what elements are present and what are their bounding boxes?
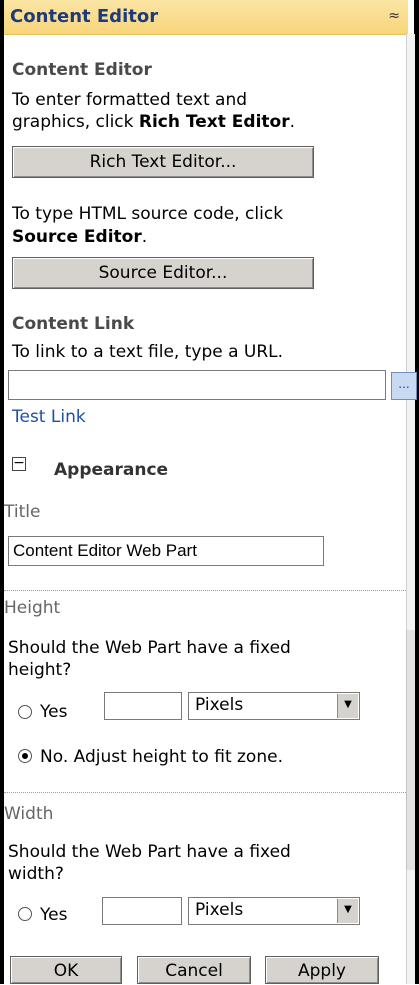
width-label: Width bbox=[4, 804, 54, 824]
height-yes-radio[interactable] bbox=[18, 705, 32, 719]
width-question-line2: width? bbox=[8, 864, 64, 884]
src-instruction-suffix: . bbox=[141, 227, 148, 247]
collapse-icon[interactable]: ≈ bbox=[388, 8, 400, 24]
height-unit-select[interactable]: Pixels ▼ bbox=[188, 692, 360, 720]
height-unit-value: Pixels bbox=[195, 695, 244, 715]
content-link-description: To link to a text file, type a URL. bbox=[12, 342, 284, 362]
src-instruction-bold: Source Editor bbox=[12, 227, 142, 247]
panel-titlebar: Content Editor ≈ bbox=[4, 0, 408, 35]
rte-instruction-bold: Rich Text Editor bbox=[138, 112, 290, 132]
height-question-line1: Should the Web Part have a fixed bbox=[8, 638, 291, 658]
rte-instruction-line2: graphics, click Rich Text Editor. bbox=[12, 111, 295, 133]
ok-button[interactable]: OK bbox=[10, 956, 122, 984]
rte-instruction-prefix: graphics, click bbox=[12, 112, 139, 132]
src-instruction-line1: To type HTML source code, click bbox=[12, 204, 284, 224]
height-value-input[interactable] bbox=[104, 692, 182, 720]
width-value-input[interactable] bbox=[102, 897, 182, 925]
test-link[interactable]: Test Link bbox=[12, 407, 86, 427]
width-yes-label: Yes bbox=[40, 905, 68, 925]
title-label: Title bbox=[4, 502, 41, 522]
width-question-line1: Should the Web Part have a fixed bbox=[8, 842, 291, 862]
src-instruction-line2: Source Editor. bbox=[12, 226, 147, 248]
cancel-button[interactable]: Cancel bbox=[137, 956, 251, 984]
content-link-url-input[interactable] bbox=[8, 370, 386, 400]
width-yes-radio[interactable] bbox=[18, 907, 32, 921]
height-question-line2: height? bbox=[8, 660, 72, 680]
rte-instruction-line1: To enter formatted text and bbox=[12, 90, 248, 110]
appearance-collapse-icon[interactable]: − bbox=[12, 456, 26, 471]
separator bbox=[4, 792, 406, 793]
width-unit-value: Pixels bbox=[195, 900, 244, 920]
height-label: Height bbox=[4, 598, 61, 618]
height-no-label: No. Adjust height to fit zone. bbox=[40, 747, 283, 767]
scrollbar-thumb[interactable] bbox=[406, 630, 415, 870]
separator bbox=[4, 590, 406, 591]
width-unit-select[interactable]: Pixels ▼ bbox=[188, 897, 360, 925]
chevron-down-icon: ▼ bbox=[337, 899, 358, 923]
panel-title: Content Editor bbox=[10, 6, 159, 27]
rich-text-editor-button[interactable]: Rich Text Editor... bbox=[12, 146, 314, 178]
content-editor-heading: Content Editor bbox=[12, 60, 152, 80]
rte-instruction-suffix: . bbox=[289, 112, 295, 132]
appearance-heading: Appearance bbox=[54, 460, 169, 480]
apply-button[interactable]: Apply bbox=[265, 956, 379, 984]
chevron-down-icon: ▼ bbox=[337, 694, 358, 718]
content-link-heading: Content Link bbox=[12, 314, 135, 334]
height-yes-label: Yes bbox=[40, 702, 68, 722]
title-input[interactable] bbox=[8, 536, 324, 566]
height-no-radio[interactable] bbox=[18, 749, 32, 763]
source-editor-button[interactable]: Source Editor... bbox=[12, 257, 314, 289]
browse-button[interactable]: ... bbox=[391, 372, 417, 400]
